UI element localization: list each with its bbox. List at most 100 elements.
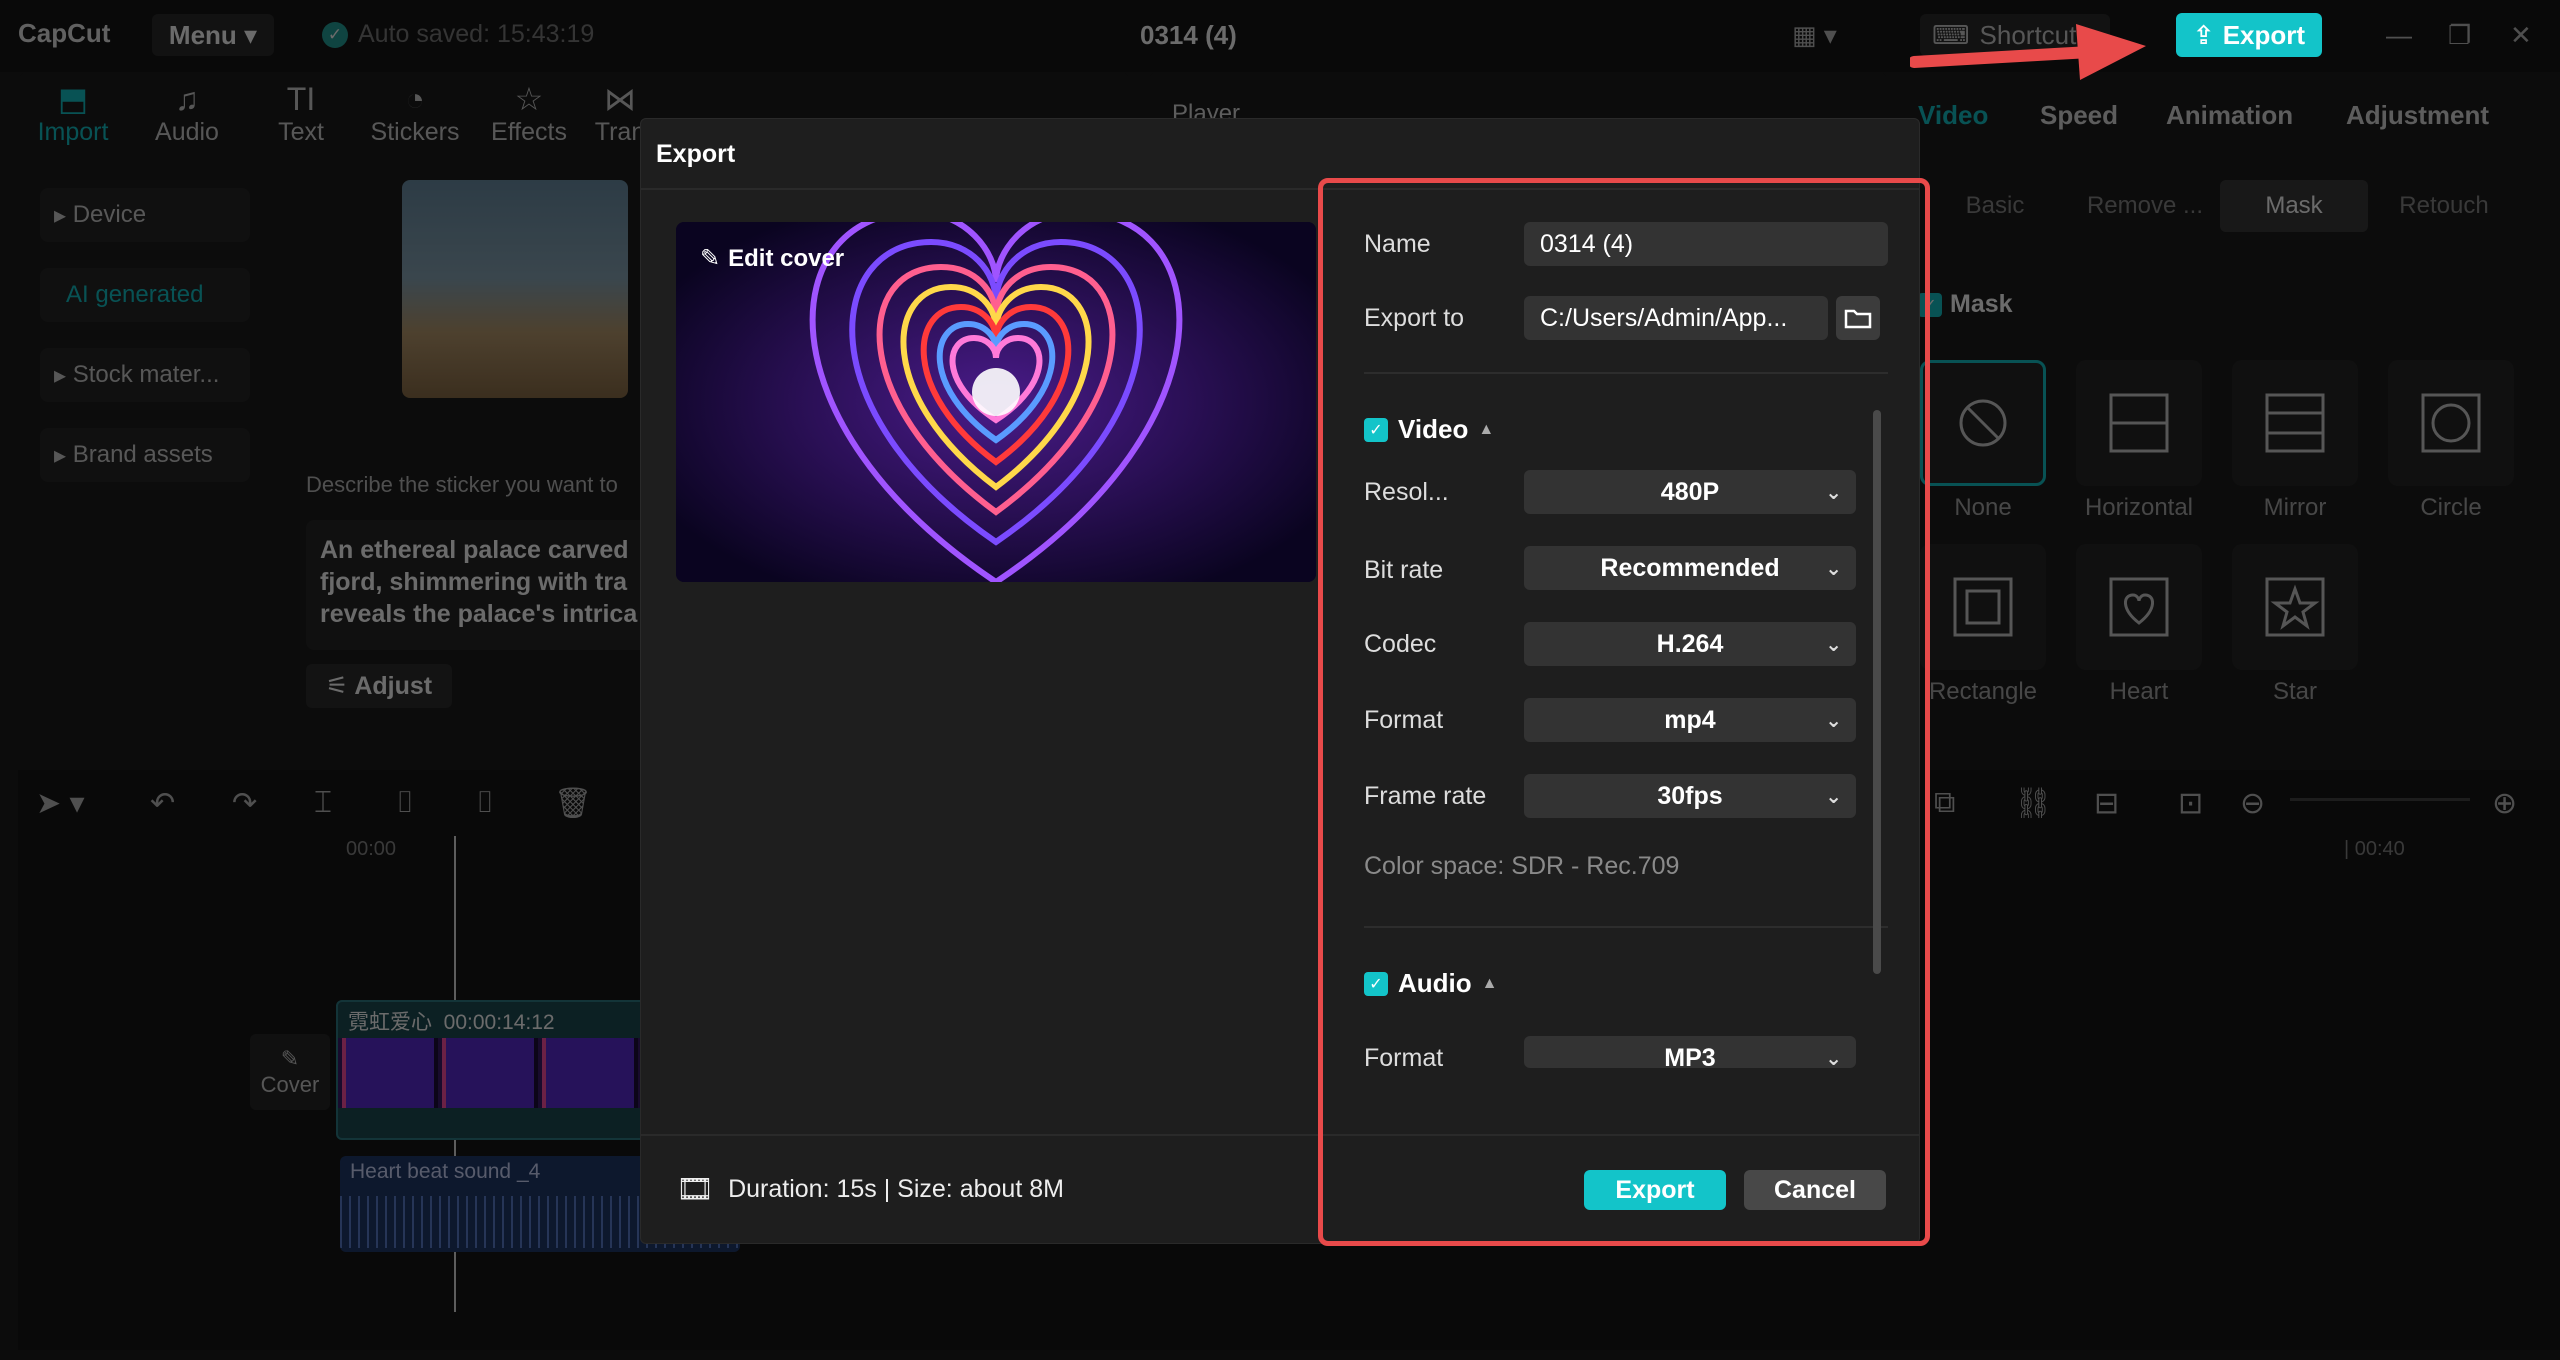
- tab-text[interactable]: TI Text: [246, 80, 356, 147]
- resolution-select[interactable]: 480P ⌄: [1524, 470, 1856, 514]
- zoom-slider[interactable]: [2290, 798, 2470, 801]
- mask-name-rectangle: Rectangle: [1928, 678, 2038, 705]
- audio-icon: ♫: [175, 81, 199, 117]
- film-icon: 🎞: [676, 1173, 715, 1206]
- codec-select[interactable]: H.264 ⌄: [1524, 622, 1856, 666]
- framerate-select[interactable]: 30fps ⌄: [1524, 774, 1856, 818]
- sliders-icon: ⚟: [325, 672, 349, 700]
- mask-name-heart: Heart: [2109, 678, 2169, 705]
- mask-none[interactable]: [1920, 360, 2046, 486]
- trim-right-icon[interactable]: ⌷: [476, 786, 494, 820]
- share-icon: ⇪: [2192, 19, 2215, 50]
- sidebar-item-ai-generated[interactable]: AI generated: [40, 268, 250, 322]
- mask-name-star: Star: [2272, 678, 2317, 705]
- tab-adjustment[interactable]: Adjustment: [2346, 100, 2489, 131]
- mask-horizontal[interactable]: [2076, 360, 2202, 486]
- close-icon[interactable]: ✕: [2510, 20, 2532, 51]
- mirror-icon: [2265, 393, 2325, 453]
- name-input[interactable]: 0314 (4): [1524, 222, 1888, 266]
- zoom-out-icon[interactable]: ⊖: [2240, 786, 2265, 821]
- subtab-basic[interactable]: Basic: [1930, 180, 2060, 232]
- adjust-button[interactable]: ⚟ Adjust: [306, 664, 452, 708]
- heart-icon: [2109, 577, 2169, 637]
- framerate-label: Frame rate: [1364, 782, 1487, 810]
- crop-icon[interactable]: ⧉: [1934, 786, 1955, 820]
- duration-info: 🎞 Duration: 15s | Size: about 8M: [676, 1173, 1064, 1206]
- ruler-end: | 00:40: [2344, 838, 2405, 860]
- edit-cover-button[interactable]: ✎ Edit cover: [700, 244, 844, 273]
- tab-animation[interactable]: Animation: [2166, 100, 2293, 131]
- mask-section-label: ✓ Mask: [1918, 290, 2013, 319]
- center-icon[interactable]: ⊟: [2094, 786, 2119, 821]
- menu-button[interactable]: Menu ▾: [152, 14, 274, 56]
- browse-folder-button[interactable]: [1836, 296, 1880, 340]
- split-icon[interactable]: ⌶: [314, 786, 332, 820]
- collapse-icon: ▲: [1478, 420, 1495, 438]
- audio-format-select[interactable]: MP3 ⌄: [1524, 1036, 1856, 1068]
- link-icon[interactable]: ⛓: [2014, 786, 2052, 821]
- redo-icon[interactable]: ↷: [232, 786, 257, 821]
- pencil-icon: ✎: [700, 245, 721, 272]
- export-button[interactable]: Export: [1584, 1170, 1726, 1210]
- tab-video[interactable]: Video: [1918, 100, 1988, 131]
- transitions-icon: ⋈: [604, 81, 636, 117]
- ruler-start: 00:00: [346, 838, 397, 860]
- sidebar-item-device[interactable]: ▸ Device: [40, 188, 250, 242]
- mask-heart[interactable]: [2076, 544, 2202, 670]
- app-logo: CapCut: [18, 18, 111, 48]
- tab-effects[interactable]: ☆ Effects: [474, 80, 584, 147]
- layout-icon[interactable]: ▦ ▾: [1792, 20, 1837, 51]
- sticker-describe-label: Describe the sticker you want to: [306, 472, 618, 497]
- subtab-retouch[interactable]: Retouch: [2376, 180, 2512, 232]
- minimize-icon[interactable]: —: [2386, 20, 2412, 51]
- sidebar-item-stock-material[interactable]: ▸ Stock mater...: [40, 348, 250, 402]
- media-thumbnail[interactable]: [402, 180, 628, 398]
- audio-section-toggle[interactable]: ✓ Audio ▲: [1364, 968, 1498, 999]
- trim-left-icon[interactable]: ⌷: [396, 786, 414, 820]
- format-select[interactable]: mp4 ⌄: [1524, 698, 1856, 742]
- tab-stickers[interactable]: ◔ Stickers: [360, 80, 470, 147]
- cancel-button[interactable]: Cancel: [1744, 1170, 1886, 1210]
- chevron-down-icon: ⌄: [1825, 786, 1842, 808]
- audio-format-label: Format: [1364, 1044, 1444, 1072]
- undo-icon[interactable]: ↶: [150, 786, 175, 821]
- tab-audio[interactable]: ♫ Audio: [132, 80, 242, 147]
- mask-name-circle: Circle: [2420, 494, 2482, 521]
- sidebar-item-brand-assets[interactable]: ▸ Brand assets: [40, 428, 250, 482]
- mask-star[interactable]: [2232, 544, 2358, 670]
- mask-circle[interactable]: [2388, 360, 2514, 486]
- edit-icon: ✎: [280, 1046, 300, 1071]
- text-icon: TI: [286, 81, 316, 117]
- select-tool-icon[interactable]: ➤ ▾: [36, 786, 85, 821]
- resolution-label: Resol...: [1364, 478, 1449, 506]
- export-path-input[interactable]: C:/Users/Admin/App...: [1524, 296, 1828, 340]
- restore-icon[interactable]: ❐: [2448, 20, 2471, 51]
- tab-speed[interactable]: Speed: [2040, 100, 2118, 131]
- collapse-icon: ▲: [1481, 974, 1498, 992]
- settings-scrollbar[interactable]: [1873, 410, 1881, 974]
- mask-rectangle[interactable]: [1920, 544, 2046, 670]
- annotation-arrow-icon: [1910, 24, 2146, 80]
- chevron-down-icon: ⌄: [1825, 482, 1842, 504]
- subtab-mask[interactable]: Mask: [2220, 180, 2368, 232]
- cover-preview[interactable]: [676, 222, 1316, 582]
- mask-mirror[interactable]: [2232, 360, 2358, 486]
- format-label: Format: [1364, 706, 1444, 734]
- settings-divider-1: [1364, 372, 1888, 374]
- settings-divider-2: [1364, 926, 1888, 928]
- video-section-toggle[interactable]: ✓ Video ▲: [1364, 414, 1494, 445]
- checkbox-icon: ✓: [1364, 971, 1388, 996]
- preview-icon[interactable]: ⊡: [2178, 786, 2203, 821]
- neon-heart-image: [676, 222, 1316, 582]
- delete-icon[interactable]: 🗑: [554, 786, 592, 821]
- export-to-label: Export to: [1364, 304, 1465, 332]
- tab-import[interactable]: ⬒ Import: [18, 80, 128, 147]
- bitrate-select[interactable]: Recommended ⌄: [1524, 546, 1856, 590]
- mask-name-horizontal: Horizontal: [2084, 494, 2194, 521]
- zoom-in-icon[interactable]: ⊕: [2492, 786, 2517, 821]
- import-icon: ⬒: [57, 81, 89, 117]
- subtab-remove[interactable]: Remove ...: [2070, 180, 2220, 232]
- folder-icon: [1844, 309, 1872, 329]
- top-export-button[interactable]: ⇪ Export: [2176, 13, 2322, 57]
- cover-button[interactable]: ✎ Cover: [250, 1034, 330, 1110]
